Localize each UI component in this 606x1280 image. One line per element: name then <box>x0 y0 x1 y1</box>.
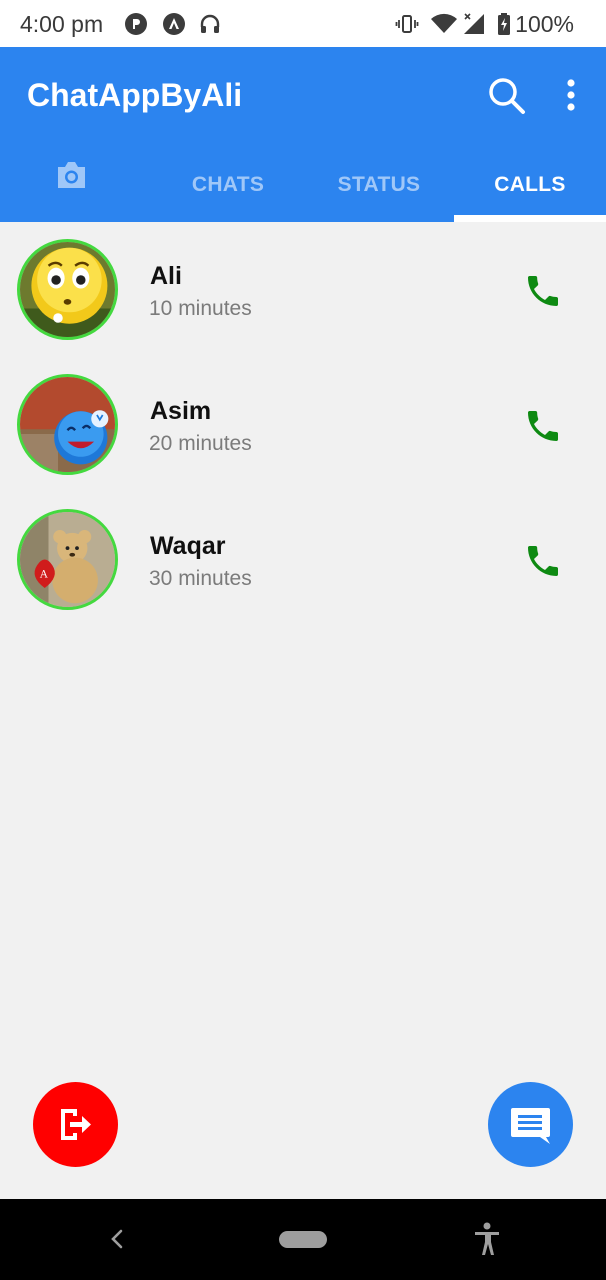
call-row[interactable]: Asim 20 minutes <box>0 357 606 492</box>
call-duration: 10 minutes <box>149 297 252 320</box>
avatar-teddy-bear-image: A <box>20 512 115 607</box>
battery-icon <box>498 13 510 35</box>
new-chat-button[interactable] <box>488 1082 573 1167</box>
contact-name: Asim <box>150 397 212 425</box>
call-row[interactable]: Ali 10 minutes <box>0 222 606 357</box>
home-pill[interactable] <box>279 1231 327 1248</box>
tab-status[interactable]: STATUS <box>304 157 454 222</box>
arrow-app-icon <box>163 13 185 35</box>
system-nav-bar <box>0 1199 606 1280</box>
pocket-casts-icon <box>125 13 147 35</box>
avatar[interactable] <box>17 374 118 475</box>
avatar[interactable] <box>17 239 118 340</box>
app-title: ChatAppByAli <box>27 77 243 113</box>
accessibility-icon[interactable] <box>472 1221 502 1257</box>
back-icon[interactable] <box>104 1223 128 1255</box>
camera-icon <box>58 162 85 188</box>
phone-icon[interactable] <box>523 541 563 581</box>
search-icon[interactable] <box>486 75 526 115</box>
phone-icon[interactable] <box>523 271 563 311</box>
tab-status-label: STATUS <box>337 173 421 196</box>
chat-icon <box>511 1108 550 1144</box>
svg-text:A: A <box>39 569 48 581</box>
call-duration: 20 minutes <box>149 432 252 455</box>
phone-icon[interactable] <box>523 406 563 446</box>
status-bar: 4:00 pm 100% <box>0 0 606 47</box>
avatar-yellow-emoji-image <box>20 242 115 337</box>
tab-chats-label: CHATS <box>191 173 265 196</box>
signal-icon <box>464 13 484 34</box>
call-duration: 30 minutes <box>149 567 252 590</box>
tab-chats[interactable]: CHATS <box>152 157 304 222</box>
status-time: 4:00 pm <box>20 11 104 37</box>
tab-calls[interactable]: CALLS <box>454 157 606 222</box>
wifi-icon <box>431 13 457 33</box>
tab-calls-label: CALLS <box>494 173 566 196</box>
tab-indicator <box>454 215 606 222</box>
logout-icon <box>61 1109 91 1140</box>
logout-button[interactable] <box>33 1082 118 1167</box>
vibrate-icon <box>395 15 419 33</box>
headphones-icon <box>200 14 220 33</box>
avatar-blue-emoji-image <box>20 377 115 472</box>
avatar[interactable]: A <box>17 509 118 610</box>
more-vert-icon[interactable] <box>556 77 586 113</box>
app-screen: 4:00 pm 100% ChatAppByAli CHATS STATUS C… <box>0 0 606 1280</box>
contact-name: Waqar <box>150 532 226 560</box>
call-row[interactable]: A Waqar 30 minutes <box>0 492 606 627</box>
contact-name: Ali <box>150 262 182 290</box>
battery-percentage: 100% <box>515 11 574 37</box>
app-bar: ChatAppByAli CHATS STATUS CALLS <box>0 47 606 222</box>
